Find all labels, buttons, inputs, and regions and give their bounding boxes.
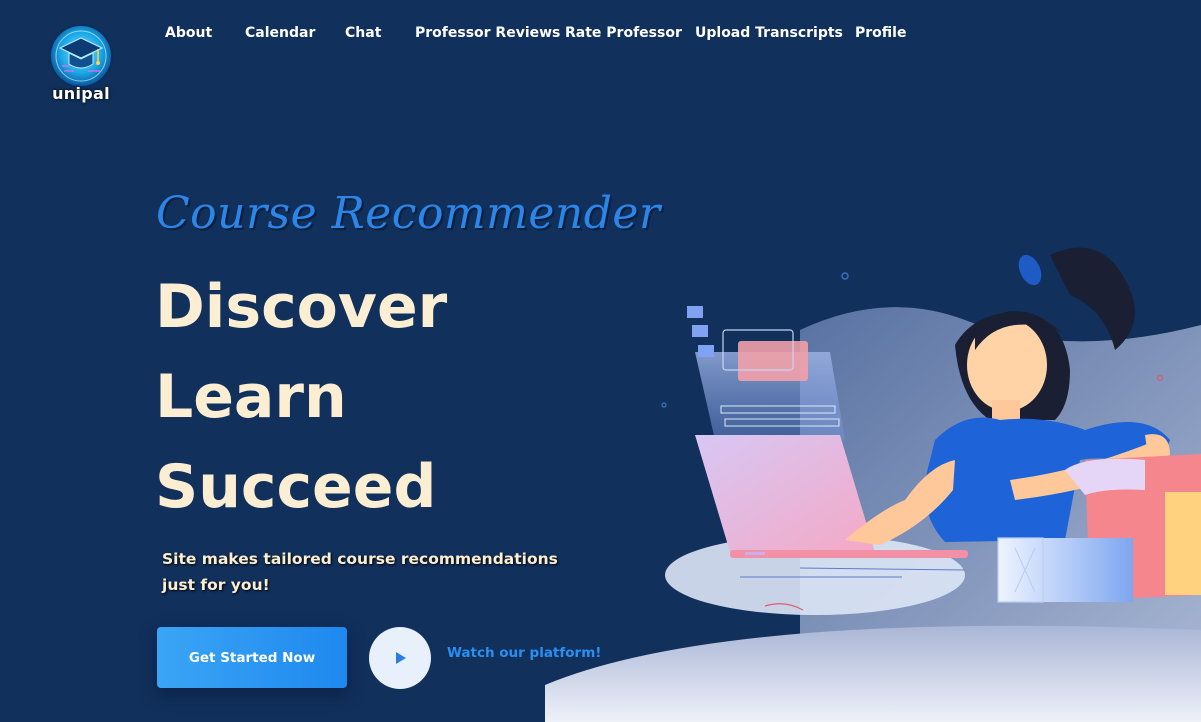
- hero-tagline: Site makes tailored course recommendatio…: [162, 550, 558, 594]
- play-video-button[interactable]: [369, 627, 431, 689]
- graduation-cap-logo-icon: [49, 24, 113, 88]
- play-icon: [396, 652, 406, 664]
- nav-item-profile[interactable]: Profile: [855, 25, 906, 41]
- brand-name: unipal: [52, 84, 110, 103]
- woman-at-laptop-illustration: [545, 247, 1201, 722]
- nav-item-rate-professor[interactable]: Rate Professor: [565, 25, 682, 41]
- unipal-logo[interactable]: unipal: [48, 22, 116, 110]
- headline-succeed: Succeed: [155, 452, 437, 522]
- nav-item-calendar[interactable]: Calendar: [245, 25, 315, 41]
- headline-learn: Learn: [155, 362, 347, 432]
- landing-page: unipal About Calendar Chat Professor Rev…: [0, 0, 1201, 722]
- nav-item-chat[interactable]: Chat: [345, 25, 381, 41]
- headline-discover: Discover: [155, 272, 448, 342]
- nav-item-upload-transcripts[interactable]: Upload Transcripts: [695, 25, 843, 41]
- nav-item-about[interactable]: About: [165, 25, 212, 41]
- get-started-button[interactable]: Get Started Now: [157, 627, 347, 688]
- nav-item-professor-reviews[interactable]: Professor Reviews: [415, 25, 560, 41]
